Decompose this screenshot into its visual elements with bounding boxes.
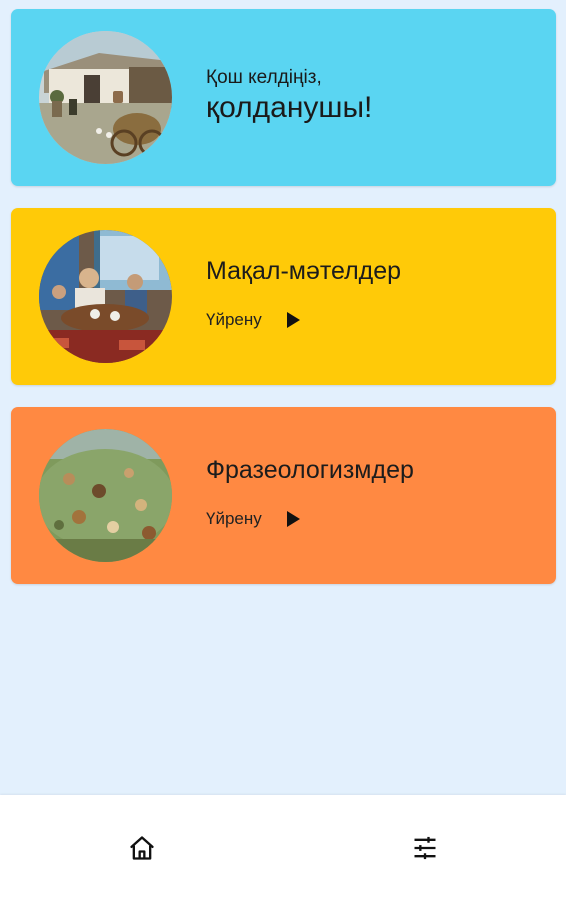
welcome-text: Қош келдіңіз, қолданушы! xyxy=(206,66,372,126)
phraseology-title: Фразеологизмдер xyxy=(206,456,414,484)
play-icon xyxy=(286,312,300,328)
nav-home-button[interactable] xyxy=(127,833,157,863)
proverbs-learn-button[interactable]: Үйрену xyxy=(206,309,401,331)
phraseology-card[interactable]: Фразеологизмдер Үйрену xyxy=(11,407,556,584)
proverbs-title: Мақал-мәтелдер xyxy=(206,257,402,285)
screen: Қош келдіңіз, қолданушы! Мақал-мәтелдер … xyxy=(0,0,566,900)
welcome-card: Қош келдіңіз, қолданушы! xyxy=(11,9,556,186)
bottom-navigation xyxy=(0,795,566,900)
proverbs-illustration xyxy=(39,230,172,363)
phraseology-illustration xyxy=(39,429,172,562)
welcome-username: қолданушы! xyxy=(206,91,373,124)
sliders-icon xyxy=(414,836,436,860)
welcome-illustration xyxy=(39,31,172,164)
proverbs-card[interactable]: Мақал-мәтелдер Үйрену xyxy=(11,208,556,385)
learn-label: Үйрену xyxy=(206,509,262,528)
welcome-greeting: Қош келдіңіз, xyxy=(206,67,322,88)
play-icon xyxy=(286,511,300,527)
nav-settings-button[interactable] xyxy=(410,833,440,863)
learn-label: Үйрену xyxy=(206,310,262,329)
home-icon xyxy=(130,836,154,860)
proverbs-text: Мақал-мәтелдер Үйрену xyxy=(206,256,401,331)
phraseology-learn-button[interactable]: Үйрену xyxy=(206,508,414,530)
phraseology-text: Фразеологизмдер Үйрену xyxy=(206,455,414,530)
